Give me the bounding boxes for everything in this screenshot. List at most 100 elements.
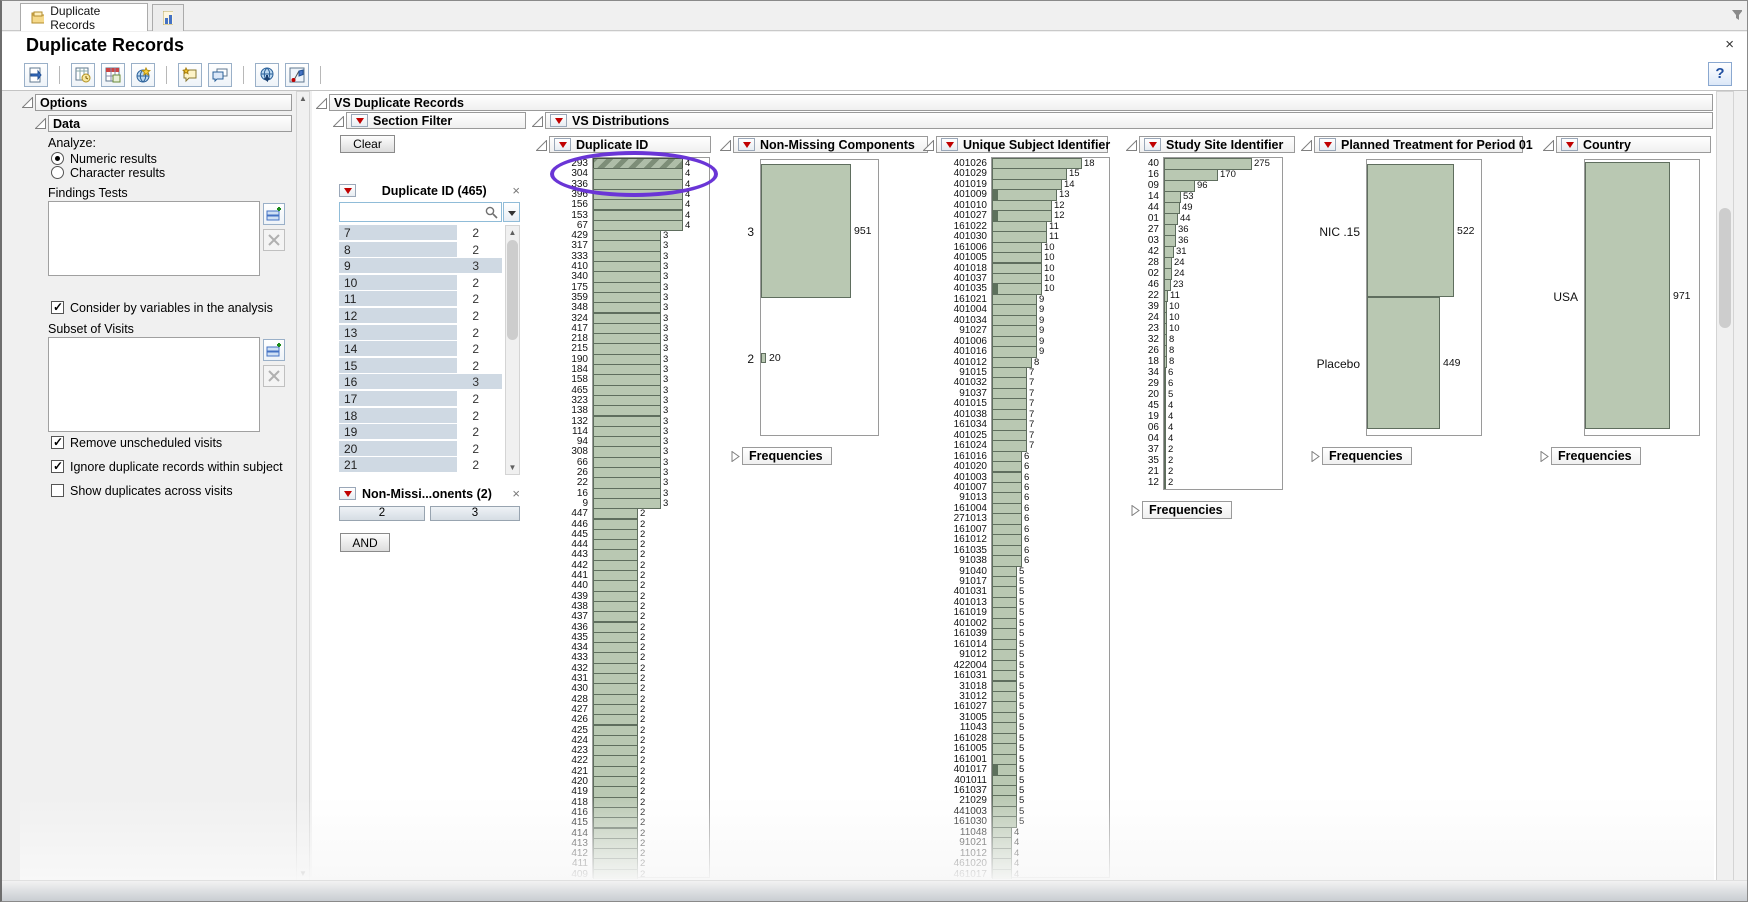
filter-row[interactable]: 202 — [339, 441, 503, 457]
clear-button[interactable]: Clear — [340, 135, 395, 153]
filter-search-input[interactable] — [339, 202, 502, 222]
red-triangle-menu-icon[interactable] — [1561, 138, 1578, 151]
red-triangle-menu-icon[interactable] — [1319, 138, 1336, 151]
study-site-identifier-histogram[interactable]: 4027516170099614534449014427360336423128… — [1139, 157, 1289, 491]
frequencies-button[interactable]: Frequencies — [742, 447, 832, 465]
filter-value-label[interactable]: 7 — [344, 226, 351, 240]
options-scrollbar[interactable]: ▲ ▼ — [296, 91, 310, 881]
filter-row[interactable]: 182 — [339, 408, 503, 424]
remove-unscheduled-label[interactable]: Remove unscheduled visits — [70, 436, 222, 450]
filter-row[interactable]: 192 — [339, 424, 503, 440]
options-header[interactable]: Options — [35, 94, 292, 111]
red-triangle-menu-icon[interactable] — [339, 487, 356, 500]
add-column-icon[interactable] — [263, 203, 285, 225]
and-button[interactable]: AND — [340, 533, 390, 552]
histogram-bar[interactable] — [1367, 297, 1440, 429]
close-filter-icon[interactable]: × — [512, 183, 520, 198]
layout-flag-icon[interactable] — [285, 63, 309, 87]
filter-row[interactable]: 102 — [339, 275, 503, 291]
filter-row[interactable]: 82 — [339, 242, 503, 258]
show-duplicates-checkbox[interactable] — [51, 484, 64, 497]
script-icon[interactable] — [24, 63, 48, 87]
disclosure-icon[interactable] — [1126, 140, 1137, 151]
duplicate-id-histogram[interactable]: 2934304433643964156415346744293317333334… — [548, 157, 718, 879]
tab-report[interactable] — [152, 4, 184, 31]
search-dropdown-button[interactable] — [503, 202, 520, 222]
histogram-bar[interactable] — [761, 353, 766, 363]
country-header[interactable]: Country — [1556, 136, 1711, 153]
consider-variables-checkbox[interactable] — [51, 301, 64, 314]
filter-scrollbar[interactable]: ▲ ▼ — [505, 225, 520, 475]
filter-value-label[interactable]: 11 — [344, 292, 356, 306]
character-results-label[interactable]: Character results — [70, 166, 165, 180]
disclosure-icon[interactable] — [316, 98, 327, 109]
disclosure-icon[interactable] — [923, 140, 934, 151]
histogram-bar[interactable] — [1367, 164, 1454, 297]
non-missing-components-header[interactable]: Non-Missing Components — [733, 136, 928, 153]
remove-column-icon[interactable] — [263, 229, 285, 251]
help-button[interactable]: ? — [1708, 62, 1732, 86]
collapsed-disclosure-icon[interactable] — [1310, 451, 1321, 462]
annotations-list-icon[interactable] — [208, 63, 232, 87]
close-icon[interactable]: × — [1725, 36, 1734, 53]
journal-icon[interactable] — [71, 63, 95, 87]
histogram-bar[interactable] — [1164, 477, 1166, 489]
findings-tests-listbox[interactable] — [48, 201, 260, 276]
scroll-up-icon[interactable]: ▲ — [297, 92, 309, 105]
annotation-icon[interactable] — [178, 63, 202, 87]
scrollbar-thumb[interactable] — [1719, 208, 1731, 328]
section-filter-header[interactable]: Section Filter — [346, 112, 526, 129]
disclosure-icon[interactable] — [1301, 140, 1312, 151]
filter-value-label[interactable]: 17 — [344, 392, 357, 406]
filter-value-label[interactable]: 19 — [344, 425, 357, 439]
data-table-icon[interactable] — [101, 63, 125, 87]
filter-value-label[interactable]: 16 — [344, 375, 357, 389]
red-triangle-menu-icon[interactable] — [351, 114, 368, 127]
remove-column-icon[interactable] — [263, 365, 285, 387]
red-triangle-menu-icon[interactable] — [1144, 138, 1161, 151]
unique-subject-identifier-header[interactable]: Unique Subject Identifier — [936, 136, 1108, 153]
filter-value-label[interactable]: 15 — [344, 359, 357, 373]
scroll-up-icon[interactable]: ▲ — [506, 226, 519, 239]
filter-value-label[interactable]: 13 — [344, 326, 357, 340]
filter-value-label[interactable]: 20 — [344, 442, 357, 456]
planned-treatment-histogram[interactable]: NIC .15522Placebo449 — [1302, 159, 1487, 437]
scroll-down-icon[interactable]: ▼ — [506, 461, 519, 474]
disclosure-icon[interactable] — [22, 97, 33, 108]
disclosure-icon[interactable] — [333, 116, 344, 127]
red-triangle-menu-icon[interactable] — [550, 114, 567, 127]
disclosure-icon[interactable] — [536, 140, 547, 151]
filter-row[interactable]: 142 — [339, 341, 503, 357]
scroll-down-icon[interactable]: ▼ — [297, 867, 309, 880]
add-column-icon[interactable] — [263, 339, 285, 361]
red-triangle-menu-icon[interactable] — [339, 184, 356, 197]
disclosure-icon[interactable] — [532, 116, 543, 127]
character-results-radio[interactable] — [51, 166, 64, 179]
histogram-bar[interactable] — [593, 869, 638, 879]
histogram-bar[interactable] — [992, 869, 1012, 879]
study-site-identifier-header[interactable]: Study Site Identifier — [1139, 136, 1295, 153]
filter-row[interactable]: 122 — [339, 308, 503, 324]
histogram-bar[interactable] — [1585, 162, 1670, 429]
filter-value-label[interactable]: 18 — [344, 409, 357, 423]
frequencies-button[interactable]: Frequencies — [1322, 447, 1412, 465]
vs-duplicate-records-header[interactable]: VS Duplicate Records — [329, 94, 1713, 111]
frequencies-button[interactable]: Frequencies — [1551, 447, 1641, 465]
filter-value-label[interactable]: 8 — [344, 243, 351, 257]
nonmissing-value-3-button[interactable]: 3 — [430, 506, 520, 521]
new-window-icon[interactable] — [131, 63, 155, 87]
country-histogram[interactable]: USA971 — [1542, 159, 1704, 437]
filter-row[interactable]: 132 — [339, 325, 503, 341]
filter-row[interactable]: 172 — [339, 391, 503, 407]
collapsed-disclosure-icon[interactable] — [1539, 451, 1550, 462]
collapsed-disclosure-icon[interactable] — [730, 451, 741, 462]
filter-row[interactable]: 212 — [339, 457, 503, 473]
nonmissing-value-2-button[interactable]: 2 — [339, 506, 425, 521]
filter-value-label[interactable]: 14 — [344, 342, 357, 356]
disclosure-icon[interactable] — [1543, 140, 1554, 151]
numeric-results-label[interactable]: Numeric results — [70, 152, 157, 166]
histogram-bar[interactable] — [761, 164, 851, 298]
ignore-duplicates-checkbox[interactable] — [51, 460, 64, 473]
filter-value-label[interactable]: 12 — [344, 309, 357, 323]
frequencies-button[interactable]: Frequencies — [1142, 501, 1232, 519]
